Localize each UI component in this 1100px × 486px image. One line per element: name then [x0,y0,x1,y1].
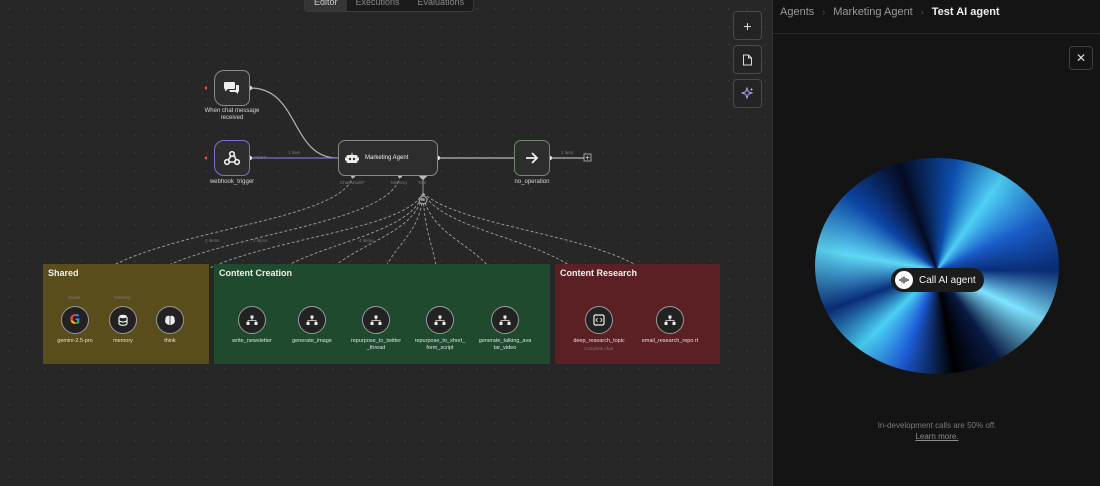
code-icon [593,314,605,326]
close-button[interactable]: ✕ [1069,46,1093,70]
tool-repurpose-short-form[interactable] [426,306,454,334]
chat-trigger-node[interactable] [214,70,250,106]
breadcrumb: Agents › Marketing Agent › Test AI agent [780,6,1000,18]
webhook-port-label: POST [254,155,267,160]
group-title-content-creation: Content Creation [219,268,292,278]
brain-icon [165,315,175,325]
tool-write-newsletter[interactable] [238,306,266,334]
tool-repurpose-twitter-label: repurpose_to_twitter _thread [350,338,402,351]
webhook-trigger-node[interactable] [214,140,250,176]
tool-think[interactable] [156,306,184,334]
google-icon: G [69,312,81,328]
agent-port-chat-model: Chat Model* [340,180,365,185]
document-icon [743,54,752,65]
call-ai-agent-label: Call AI agent [919,274,976,286]
close-icon: ✕ [1075,51,1087,65]
tool-repurpose-short-form-label: repurpose_to_short_ form_script [414,338,466,351]
tool-generate-image[interactable] [298,306,326,334]
marketing-agent-node[interactable]: Marketing Agent [338,140,438,176]
chat-icon [224,82,239,94]
edge-label-webhook: 1 item [288,150,301,155]
tool-gemini[interactable]: G [61,306,89,334]
breadcrumb-agents[interactable]: Agents [780,6,814,18]
marketing-agent-label: Marketing Agent [365,155,409,161]
tool-generate-talking-avatar-label: generate_talking_ava tar_video [478,338,532,351]
workflow-icon [306,315,318,325]
voice-wave-icon [895,271,913,289]
database-icon [118,314,128,326]
tool-memory-top-label: Memory [114,295,131,300]
learn-more-link[interactable]: Learn more. [915,432,958,441]
robot-icon [345,152,359,163]
chevron-right-icon: › [920,7,924,17]
tab-executions[interactable]: Executions [347,0,409,11]
workflow-icon [370,315,382,325]
chat-trigger-label: When chat message received [204,108,260,121]
arrow-right-icon [526,152,539,164]
workflow-canvas[interactable]: 1 item 1 item 2 items 2 items 4 items Ed… [0,0,772,486]
plus-icon: + [743,17,752,34]
view-tabs: Editor Executions Evaluations [304,0,475,12]
workflow-icon [499,315,511,325]
tool-memory[interactable] [109,306,137,334]
tool-deep-research-label: deep_research_topic [573,338,625,344]
breadcrumb-marketing-agent[interactable]: Marketing Agent [833,6,913,18]
no-operation-node[interactable] [514,140,550,176]
agent-port-memory: Memory [391,180,408,185]
tool-model-top-label: Model [68,295,81,300]
workflow-icon [434,315,446,325]
tool-repurpose-twitter[interactable] [362,306,390,334]
no-operation-label: no_operation [514,179,550,185]
webhook-trigger-label: webhook_trigger [209,179,255,185]
edge-label-noop: 1 item [561,150,574,155]
tool-deep-research-sublabel: Complete chat [584,346,614,351]
call-ai-agent-button[interactable]: Call AI agent [891,268,984,292]
voice-orb [815,158,1059,374]
chevron-right-icon: › [822,7,826,17]
agent-port-tool: Tool [418,180,427,185]
connections [73,85,672,307]
tool-generate-talking-avatar[interactable] [491,306,519,334]
tool-email-research-report-label: email_research_repo rt [641,338,699,344]
tab-editor[interactable]: Editor [305,0,347,11]
edge-label-tools: 4 items [359,238,374,243]
add-node-button[interactable]: + [733,11,762,40]
tool-email-research-report[interactable] [656,306,684,334]
pricing-note: In-development calls are 50% off. [877,421,997,430]
group-content-research: Content Research [555,264,720,364]
edge-label-gemini: 2 items [205,238,220,243]
panel-divider [773,33,1100,34]
group-title-content-research: Content Research [560,268,638,278]
tab-evaluations[interactable]: Evaluations [409,0,474,11]
tool-deep-research[interactable] [585,306,613,334]
ai-assistant-button[interactable] [733,79,762,108]
sticky-note-button[interactable] [733,45,762,74]
learn-more-row: Learn more. [773,432,1100,441]
webhook-icon [223,150,241,166]
workflow-icon [246,315,258,325]
sparkle-icon [741,87,754,100]
tool-generate-image-label: generate_image [292,338,332,344]
edge-label-memory: 2 items [253,238,268,243]
group-title-shared: Shared [48,268,79,278]
tool-think-label: think [164,338,176,344]
workflow-icon [664,315,676,325]
test-agent-panel: Agents › Marketing Agent › Test AI agent… [772,0,1100,486]
breadcrumb-test-agent: Test AI agent [931,6,1000,18]
